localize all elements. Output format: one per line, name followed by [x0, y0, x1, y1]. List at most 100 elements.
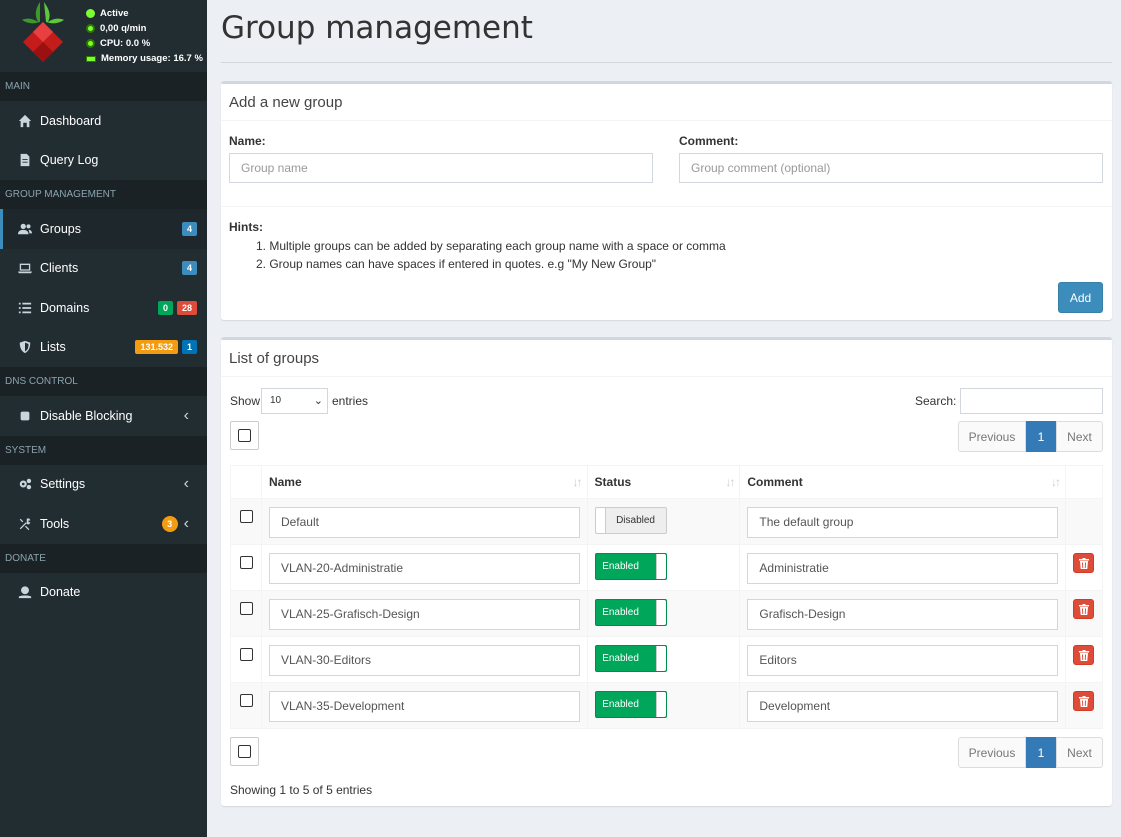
- add-group-header: Add a new group: [221, 84, 1112, 121]
- show-label: Show: [230, 394, 261, 408]
- nav-header-main: MAIN: [0, 72, 207, 101]
- tools-warning-badge: 3: [161, 515, 178, 532]
- group-name-field[interactable]: VLAN-20-Administratie: [268, 553, 580, 584]
- clients-count-badge: 4: [181, 261, 197, 276]
- sidebar-item-disable-blocking[interactable]: Disable Blocking ‹: [0, 396, 207, 436]
- memory-icon: [86, 55, 96, 62]
- group-name-field[interactable]: Default: [268, 507, 580, 538]
- table-header-row: Name ↓↑ Status ↓↑ Comment ↓↑: [230, 465, 1103, 499]
- delete-button[interactable]: [1073, 553, 1095, 573]
- page-1-button[interactable]: 1: [1026, 421, 1056, 452]
- active-dot-icon: [86, 9, 95, 18]
- trash-icon: [1078, 603, 1089, 615]
- status-toggle[interactable]: Enabled: [594, 645, 667, 672]
- row-select-cell: [230, 544, 262, 591]
- lists-domains-badge: 131.532: [135, 340, 178, 355]
- table-row: Default Disabled The default group: [230, 498, 1103, 545]
- domains-deny-badge: 28: [176, 300, 197, 315]
- comment-label: Comment:: [679, 134, 739, 148]
- sidebar-item-domains[interactable]: Domains 0 28: [0, 288, 207, 328]
- status-toggle[interactable]: Enabled: [594, 599, 667, 626]
- name-column-header[interactable]: Name ↓↑: [260, 465, 588, 499]
- status-cell: Disabled: [586, 498, 741, 545]
- sidebar-item-query-log[interactable]: Query Log: [0, 141, 207, 181]
- sidebar-item-groups[interactable]: Groups 4: [0, 209, 207, 249]
- shield-icon: [17, 339, 33, 355]
- status-cell: Enabled: [586, 682, 741, 729]
- page-1-button[interactable]: 1: [1026, 737, 1056, 768]
- comment-cell: Grafisch-Design: [739, 590, 1067, 637]
- group-name-input[interactable]: Group name: [229, 153, 653, 183]
- sort-icon: ↓↑: [725, 475, 735, 489]
- comment-column-header[interactable]: Comment ↓↑: [739, 465, 1067, 499]
- group-name-field[interactable]: VLAN-25-Grafisch-Design: [268, 599, 580, 630]
- pagination-bottom: Previous 1 Next: [958, 737, 1103, 768]
- table-row: VLAN-30-Editors Enabled Editors: [230, 636, 1103, 683]
- status-cell: Enabled: [586, 636, 741, 683]
- delete-button[interactable]: [1073, 599, 1095, 619]
- sidebar-item-tools[interactable]: Tools 3 ‹: [0, 504, 207, 544]
- group-name-field[interactable]: VLAN-30-Editors: [268, 645, 580, 676]
- brand-area: Active 0,00 q/min CPU: 0.0 % Memory usag…: [0, 0, 207, 72]
- select-all-button-bottom[interactable]: [230, 737, 259, 766]
- row-checkbox[interactable]: [240, 510, 253, 523]
- sidebar-item-lists[interactable]: Lists 131.532 1: [0, 328, 207, 368]
- status-toggle[interactable]: Enabled: [594, 691, 667, 718]
- hints-list: 1. Multiple groups can be added by separ…: [256, 237, 726, 273]
- sort-icon: ↓↑: [572, 475, 583, 489]
- laptop-icon: [17, 260, 33, 276]
- row-checkbox[interactable]: [240, 556, 253, 569]
- row-checkbox[interactable]: [240, 694, 253, 707]
- comment-cell: Development: [739, 682, 1067, 729]
- delete-button[interactable]: [1073, 645, 1095, 665]
- previous-page-button[interactable]: Previous: [958, 421, 1026, 452]
- add-button[interactable]: Add: [1058, 282, 1103, 313]
- actions-cell: [1065, 682, 1103, 729]
- hints-title: Hints:: [229, 220, 263, 234]
- donate-icon: [17, 584, 33, 600]
- group-comment-input[interactable]: Group comment (optional): [679, 153, 1103, 183]
- sidebar-item-donate[interactable]: Donate: [0, 573, 207, 613]
- name-cell: Default: [260, 498, 588, 545]
- sidebar-item-settings[interactable]: Settings ‹: [0, 465, 207, 505]
- nav-header-group-management: GROUP MANAGEMENT: [0, 180, 207, 209]
- next-page-button[interactable]: Next: [1056, 737, 1103, 768]
- sort-icon: ↓↑: [1051, 475, 1061, 489]
- previous-page-button[interactable]: Previous: [958, 737, 1026, 768]
- tools-icon: [17, 516, 33, 532]
- home-icon: [17, 113, 33, 129]
- sidebar-item-dashboard[interactable]: Dashboard: [0, 101, 207, 141]
- row-select-cell: [230, 636, 262, 683]
- group-comment-field[interactable]: Editors: [747, 645, 1059, 676]
- delete-button[interactable]: [1073, 691, 1095, 711]
- entries-label: entries: [332, 394, 369, 408]
- entries-select[interactable]: 10 ⌄: [261, 388, 328, 414]
- group-comment-field[interactable]: The default group: [747, 507, 1059, 538]
- group-name-field[interactable]: VLAN-35-Development: [268, 691, 580, 722]
- pihole-logo[interactable]: [18, 0, 68, 64]
- group-comment-field[interactable]: Administratie: [747, 553, 1059, 584]
- group-comment-field[interactable]: Grafisch-Design: [747, 599, 1059, 630]
- checkbox-icon: [238, 745, 251, 758]
- search-input[interactable]: [960, 388, 1103, 414]
- row-checkbox[interactable]: [240, 648, 253, 661]
- name-cell: VLAN-25-Grafisch-Design: [260, 590, 588, 637]
- next-page-button[interactable]: Next: [1056, 421, 1103, 452]
- gears-icon: [17, 476, 33, 492]
- status-column-header[interactable]: Status ↓↑: [586, 465, 741, 499]
- nav-header-system: SYSTEM: [0, 435, 207, 465]
- group-list-header: List of groups: [221, 340, 1112, 377]
- status-memory: Memory usage: 16.7 %: [86, 51, 203, 66]
- status-toggle[interactable]: Disabled: [594, 507, 667, 534]
- select-all-button-top[interactable]: [230, 421, 259, 450]
- add-group-divider: [221, 206, 1112, 207]
- status-toggle[interactable]: Enabled: [594, 553, 667, 580]
- toggle-knob: [655, 600, 666, 625]
- row-checkbox[interactable]: [240, 602, 253, 615]
- sidebar-item-clients[interactable]: Clients 4: [0, 249, 207, 289]
- users-icon: [17, 221, 33, 237]
- group-comment-field[interactable]: Development: [747, 691, 1059, 722]
- row-select-cell: [230, 498, 262, 545]
- select-column-header: [230, 465, 262, 499]
- groups-table: Name ↓↑ Status ↓↑ Comment ↓↑ Default Disabl…: [230, 465, 1103, 729]
